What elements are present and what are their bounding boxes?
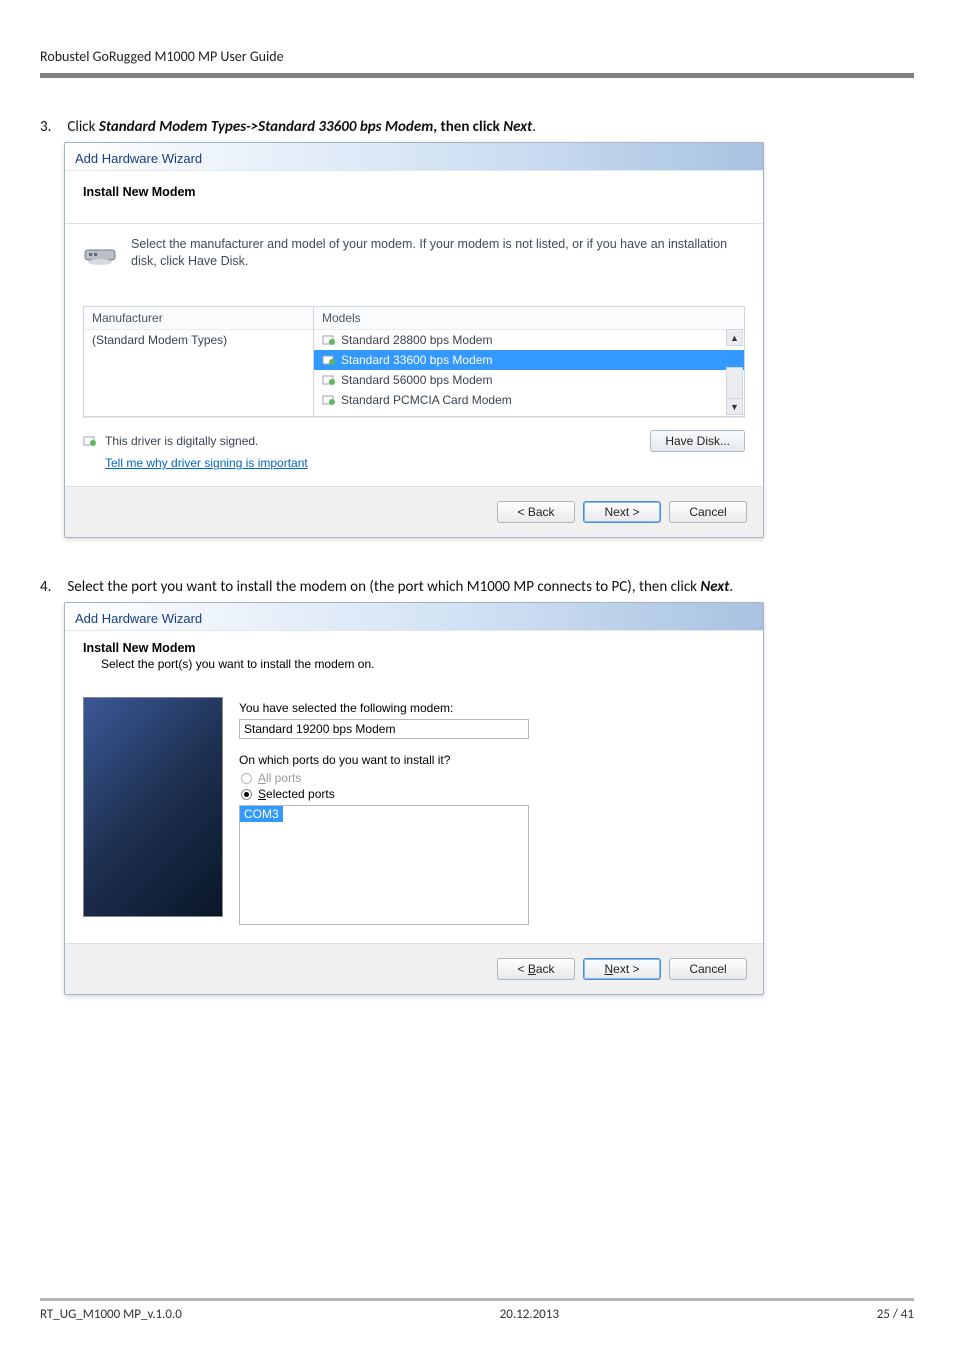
model-label: Standard 33600 bps Modem: [341, 353, 492, 367]
signed-row: This driver is digitally signed. Have Di…: [83, 430, 745, 452]
text: , then click: [433, 118, 503, 136]
step-4-num: 4.: [40, 578, 64, 596]
cert-icon: [83, 434, 97, 448]
text: <: [517, 962, 527, 976]
scroll-down-icon[interactable]: ▼: [726, 398, 743, 415]
wizard-title: Add Hardware Wizard: [65, 603, 763, 631]
text: Standard Modem Types->Standard 33600 bps…: [99, 118, 433, 136]
wizard-install-modem-1: Add Hardware Wizard Install New Modem Se…: [64, 142, 764, 538]
modem-icon: [83, 236, 117, 270]
wizard-subheading: Select the port(s) you want to install t…: [83, 657, 745, 671]
step-3-text: Click Standard Modem Types->Standard 336…: [67, 118, 536, 136]
page-header: Robustel GoRugged M1000 MP User Guide: [40, 48, 914, 65]
back-button[interactable]: < Back: [497, 958, 575, 980]
ports-question: On which ports do you want to install it…: [239, 753, 745, 767]
text: .: [532, 118, 536, 136]
footer-right: 25 / 41: [877, 1307, 914, 1322]
wizard-header: Install New Modem: [65, 171, 763, 223]
wizard-heading: Install New Modem: [83, 641, 745, 655]
text: Next: [700, 578, 729, 596]
wizard-install-modem-2: Add Hardware Wizard Install New Modem Se…: [64, 602, 764, 995]
text: S: [258, 787, 266, 801]
port-listbox[interactable]: COM3: [239, 805, 529, 925]
radio-all-ports: All ports: [241, 771, 745, 785]
footer-left: RT_UG_M1000 MP_v.1.0.0: [40, 1307, 182, 1322]
text: elected ports: [266, 787, 335, 801]
footer-row: RT_UG_M1000 MP_v.1.0.0 20.12.2013 25 / 4…: [40, 1307, 914, 1322]
wizard-heading: Install New Modem: [83, 185, 745, 199]
text: N: [604, 962, 613, 976]
model-label: Standard 28800 bps Modem: [341, 333, 492, 347]
wizard-title: Add Hardware Wizard: [65, 143, 763, 171]
wizard-header: Install New Modem Select the port(s) you…: [65, 631, 763, 685]
radio-icon: [241, 789, 252, 800]
wizard-footer: < Back Next > Cancel: [65, 486, 763, 537]
wizard-side-image: [83, 697, 223, 917]
selected-modem-field: Standard 19200 bps Modem: [239, 719, 529, 739]
radio-icon: [241, 773, 252, 784]
manufacturer-pane[interactable]: Manufacturer (Standard Modem Types): [83, 306, 313, 417]
footer-divider: [40, 1298, 914, 1301]
text: ll ports: [266, 771, 301, 785]
cancel-button[interactable]: Cancel: [669, 501, 747, 523]
wizard-footer: < Back Next > Cancel: [65, 943, 763, 994]
model-label: Standard PCMCIA Card Modem: [341, 393, 512, 407]
signed-text: This driver is digitally signed.: [105, 434, 258, 448]
model-label: Standard 56000 bps Modem: [341, 373, 492, 387]
info-row: Select the manufacturer and model of you…: [83, 236, 745, 270]
next-button[interactable]: Next >: [583, 501, 661, 523]
text: .: [729, 578, 733, 596]
header-divider: [40, 73, 914, 78]
model-item[interactable]: Standard 28800 bps Modem: [314, 330, 744, 350]
two-pane: Manufacturer (Standard Modem Types) Mode…: [83, 306, 745, 418]
model-item[interactable]: Standard 56000 bps Modem: [314, 370, 744, 390]
manufacturer-item[interactable]: (Standard Modem Types): [84, 330, 313, 350]
models-pane[interactable]: Models Standard 28800 bps Modem Standard…: [313, 306, 745, 417]
info-text: Select the manufacturer and model of you…: [131, 236, 745, 270]
manufacturer-header: Manufacturer: [84, 307, 313, 330]
model-item[interactable]: Standard PCMCIA Card Modem: [314, 390, 744, 410]
text: ext >: [613, 962, 639, 976]
wizard-body: Select the manufacturer and model of you…: [65, 223, 763, 486]
text: A: [258, 771, 266, 785]
step-4: 4. Select the port you want to install t…: [40, 578, 914, 596]
models-header: Models: [314, 307, 744, 330]
scroll-up-icon[interactable]: ▲: [726, 329, 743, 346]
radio-selected-ports[interactable]: Selected ports: [241, 787, 745, 801]
port-item-selected[interactable]: COM3: [240, 806, 283, 822]
radio-label: Selected ports: [258, 787, 335, 801]
step-3-num: 3.: [40, 118, 64, 136]
scroll-thumb[interactable]: [726, 367, 743, 401]
cancel-button[interactable]: Cancel: [669, 958, 747, 980]
have-disk-button[interactable]: Have Disk...: [650, 430, 745, 452]
next-button[interactable]: Next >: [583, 958, 661, 980]
text: Select the port you want to install the …: [67, 578, 700, 596]
wizard-body: You have selected the following modem: S…: [65, 685, 763, 943]
cert-icon: [322, 353, 336, 367]
footer-center: 20.12.2013: [500, 1307, 559, 1322]
text: ack: [536, 962, 555, 976]
text: Next: [503, 118, 532, 136]
driver-signing-link[interactable]: Tell me why driver signing is important: [105, 456, 308, 470]
text: Click: [67, 118, 98, 136]
step-3: 3. Click Standard Modem Types->Standard …: [40, 118, 914, 136]
text: B: [528, 962, 536, 976]
step-4-text: Select the port you want to install the …: [67, 578, 733, 596]
back-button[interactable]: < Back: [497, 501, 575, 523]
cert-icon: [322, 333, 336, 347]
form-column: You have selected the following modem: S…: [239, 697, 745, 925]
page-footer: RT_UG_M1000 MP_v.1.0.0 20.12.2013 25 / 4…: [40, 1298, 914, 1322]
cert-icon: [322, 373, 336, 387]
radio-label: All ports: [258, 771, 301, 785]
cert-icon: [322, 393, 336, 407]
selected-modem-label: You have selected the following modem:: [239, 701, 745, 715]
model-item-selected[interactable]: Standard 33600 bps Modem: [314, 350, 744, 370]
